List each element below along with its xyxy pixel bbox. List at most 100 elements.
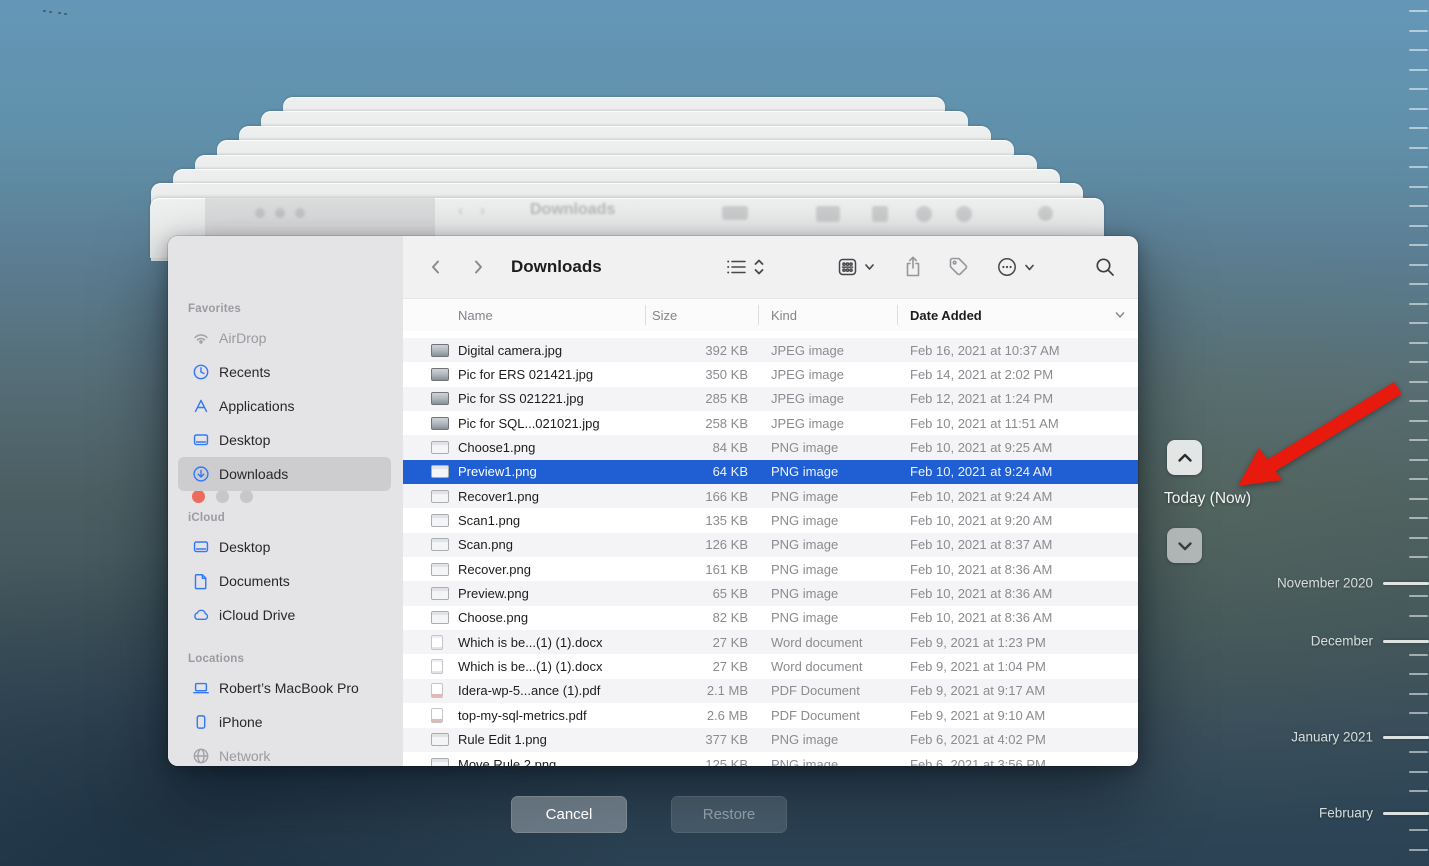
file-size: 350 KB — [648, 367, 748, 382]
sidebar-item-label: iCloud Drive — [219, 607, 295, 623]
sidebar-item-robert-s-macbook-pro[interactable]: Robert’s MacBook Pro — [178, 671, 391, 705]
ghost-group-icon — [816, 206, 840, 222]
file-size: 84 KB — [648, 440, 748, 455]
file-row[interactable]: Move Rule 2.png125 KBPNG imageFeb 6, 202… — [403, 752, 1138, 766]
sidebar-item-applications[interactable]: Applications — [178, 389, 391, 423]
file-name: Pic for SQL...021021.jpg — [453, 416, 648, 431]
file-row[interactable]: Which is be...(1) (1).docx27 KB Word docu… — [403, 630, 1138, 654]
file-row[interactable]: Choose1.png84 KBPNG imageFeb 10, 2021 at… — [403, 435, 1138, 459]
today-now-label[interactable]: Today (Now) — [1164, 490, 1251, 508]
share-button[interactable] — [902, 255, 924, 279]
chevron-down-icon — [1024, 262, 1035, 273]
file-size: 125 KB — [648, 757, 748, 766]
sidebar-item-downloads[interactable]: Downloads — [178, 457, 391, 491]
tags-button[interactable] — [946, 255, 970, 279]
file-kind: PNG image — [763, 732, 897, 747]
sidebar-item-desktop[interactable]: Desktop — [178, 530, 391, 564]
sidebar-item-desktop[interactable]: Desktop — [178, 423, 391, 457]
file-date-added: Feb 9, 2021 at 1:04 PM — [897, 659, 1138, 674]
chevron-right-icon — [469, 258, 487, 276]
column-separator[interactable] — [645, 305, 646, 325]
file-type-png-icon — [431, 587, 449, 600]
file-row[interactable]: Pic for SS 021221.jpg285 KBJPEG imageFeb… — [403, 387, 1138, 411]
file-date-added: Feb 6, 2021 at 4:02 PM — [897, 732, 1138, 747]
view-sort-control[interactable] — [725, 257, 765, 277]
restore-button[interactable]: Restore — [671, 796, 787, 833]
file-type-png-icon — [431, 465, 449, 478]
desktop-icon — [192, 538, 210, 556]
ghost-back-icon: ‹ — [458, 202, 463, 219]
laptop-icon — [192, 679, 210, 697]
applications-icon — [192, 397, 210, 415]
file-row[interactable]: Scan.png126 KBPNG imageFeb 10, 2021 at 8… — [403, 533, 1138, 557]
column-header-size[interactable]: Size — [652, 299, 677, 331]
file-type-png-icon — [431, 538, 449, 551]
file-row[interactable]: Recover1.png166 KBPNG imageFeb 10, 2021 … — [403, 484, 1138, 508]
column-separator[interactable] — [897, 305, 898, 325]
file-row[interactable]: Preview.png65 KBPNG imageFeb 10, 2021 at… — [403, 581, 1138, 605]
file-size: 27 KB — [648, 635, 748, 650]
column-header-kind[interactable]: Kind — [771, 299, 797, 331]
sidebar-item-network[interactable]: Network — [178, 739, 391, 766]
sidebar-item-documents[interactable]: Documents — [178, 564, 391, 598]
list-view-icon — [725, 257, 747, 277]
finder-sidebar: FavoritesAirDropRecentsApplicationsDeskt… — [168, 236, 404, 766]
column-header-date-added[interactable]: Date Added — [910, 299, 982, 331]
file-date-added: Feb 10, 2021 at 9:25 AM — [897, 440, 1138, 455]
minimize-window-icon[interactable] — [216, 490, 229, 503]
back-button[interactable] — [427, 258, 445, 276]
sidebar-item-recents[interactable]: Recents — [178, 355, 391, 389]
file-row[interactable]: Rule Edit 1.png377 KBPNG imageFeb 6, 202… — [403, 728, 1138, 752]
ghost-tag-icon — [916, 206, 932, 222]
chevron-down-icon — [864, 262, 875, 273]
column-separator[interactable] — [758, 305, 759, 325]
file-kind: PDF Document — [763, 708, 897, 723]
file-kind: PNG image — [763, 513, 897, 528]
file-size: 82 KB — [648, 610, 748, 625]
file-row[interactable]: Preview1.png64 KBPNG imageFeb 10, 2021 a… — [403, 460, 1138, 484]
file-row[interactable]: Idera-wp-5...ance (1).pdf2.1 MBPDF Docum… — [403, 679, 1138, 703]
file-row[interactable]: Scan1.png135 KBPNG imageFeb 10, 2021 at … — [403, 508, 1138, 532]
close-window-icon[interactable] — [192, 490, 205, 503]
timeline-forward-button[interactable] — [1167, 440, 1202, 475]
ghost-share-icon — [872, 206, 888, 222]
sidebar-item-icloud-drive[interactable]: iCloud Drive — [178, 598, 391, 632]
file-kind: Word document — [763, 635, 897, 650]
file-name: Preview1.png — [453, 464, 648, 479]
file-name: Scan.png — [453, 537, 648, 552]
file-kind: JPEG image — [763, 391, 897, 406]
file-row[interactable]: top-my-sql-metrics.pdf2.6 MBPDF Document… — [403, 703, 1138, 727]
file-kind: JPEG image — [763, 367, 897, 382]
file-size: 64 KB — [648, 464, 748, 479]
file-date-added: Feb 6, 2021 at 3:56 PM — [897, 757, 1138, 766]
column-header-name[interactable]: Name — [458, 299, 493, 331]
file-date-added: Feb 14, 2021 at 2:02 PM — [897, 367, 1138, 382]
file-row[interactable]: Which is be...(1) (1).docx27 KBWord docu… — [403, 654, 1138, 678]
forward-button[interactable] — [469, 258, 487, 276]
file-row[interactable]: Pic for SQL...021021.jpg258 KBJPEG image… — [403, 411, 1138, 435]
zoom-window-icon[interactable] — [240, 490, 253, 503]
sidebar-item-airdrop[interactable]: AirDrop — [178, 321, 391, 355]
downloads-icon — [192, 465, 210, 483]
search-button[interactable] — [1094, 256, 1116, 278]
share-icon — [902, 255, 924, 279]
file-name: Move Rule 2.png — [453, 757, 648, 766]
iphone-icon — [192, 713, 210, 731]
file-type-jpg-icon — [431, 392, 449, 405]
sidebar-item-label: Desktop — [219, 432, 270, 448]
timeline-back-button[interactable] — [1167, 528, 1202, 563]
file-row[interactable]: Digital camera.jpg392 KBJPEG imageFeb 16… — [403, 338, 1138, 362]
sort-direction-chevron-icon[interactable] — [1114, 299, 1126, 331]
file-type-jpg-icon — [431, 344, 449, 357]
cloud-icon — [192, 606, 210, 624]
file-type-png-icon — [431, 514, 449, 527]
cancel-button[interactable]: Cancel — [511, 796, 627, 833]
group-by-button[interactable] — [837, 257, 875, 278]
file-row[interactable]: Pic for ERS 021421.jpg350 KBJPEG imageFe… — [403, 362, 1138, 386]
file-row[interactable]: Choose.png82 KBPNG imageFeb 10, 2021 at … — [403, 606, 1138, 630]
file-name: Which is be...(1) (1).docx — [453, 635, 648, 650]
more-actions-button[interactable] — [996, 256, 1035, 278]
file-row[interactable]: Recover.png161 KBPNG imageFeb 10, 2021 a… — [403, 557, 1138, 581]
file-kind: JPEG image — [763, 416, 897, 431]
sidebar-item-iphone[interactable]: iPhone — [178, 705, 391, 739]
